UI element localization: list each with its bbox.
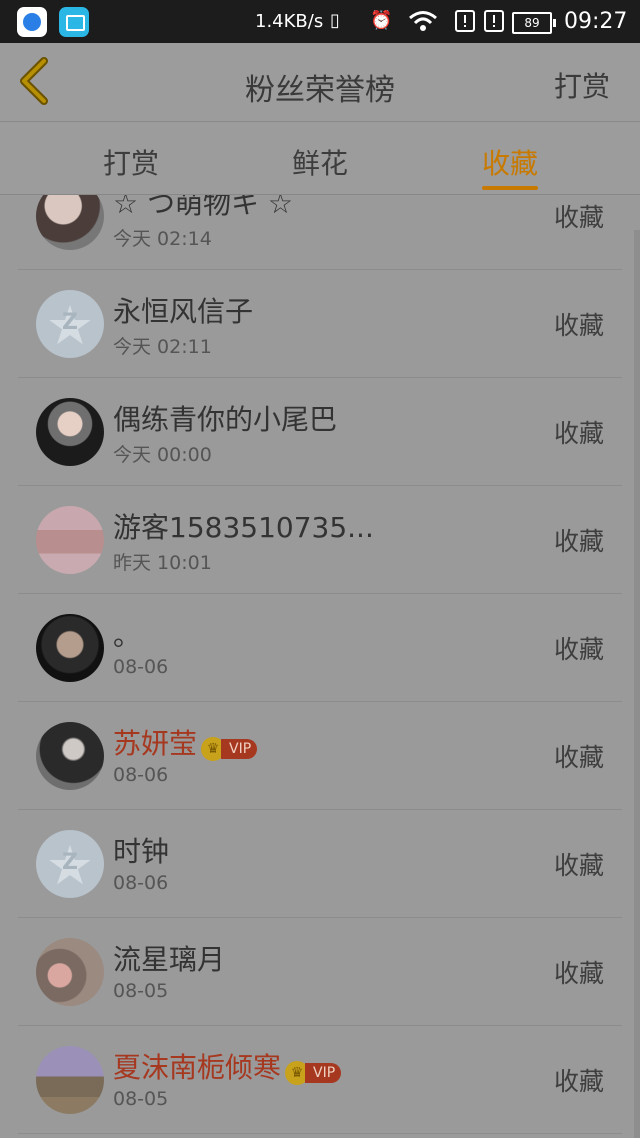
- fan-action: 收藏: [553, 959, 604, 988]
- list-item[interactable]: 偶练青你的小尾巴 今天 00:00 收藏: [0, 378, 640, 486]
- battery-icon: 89: [512, 12, 556, 34]
- fan-time: 昨天 10:01: [113, 552, 212, 574]
- vip-label: VIP: [305, 1063, 342, 1083]
- reward-button[interactable]: 打赏: [554, 65, 610, 105]
- active-tab-indicator: [482, 186, 538, 190]
- fan-name: 永恒风信子: [113, 295, 254, 328]
- sim-alert-icon-2: [484, 10, 504, 37]
- fan-action: 收藏: [553, 635, 604, 664]
- fan-name: ☆ つ萌物キ ☆: [113, 195, 294, 220]
- alarm-icon: ⏰: [370, 10, 393, 31]
- tab-collect[interactable]: 收藏: [482, 142, 538, 182]
- fan-time: 今天 00:00: [113, 444, 212, 466]
- list-item[interactable]: 。 08-06 收藏: [0, 594, 640, 702]
- network-speed: 1.4KB/s: [255, 11, 324, 32]
- fan-action: 收藏: [553, 527, 604, 556]
- avatar: [36, 506, 104, 574]
- fan-action: 收藏: [553, 203, 604, 232]
- fan-name: 苏妍莹 ♛ VIP: [113, 722, 258, 762]
- vip-badge: ♛ VIP: [201, 731, 258, 761]
- fan-time: 08-06: [113, 872, 169, 894]
- fan-action: 收藏: [553, 1067, 604, 1096]
- list-item[interactable]: 永恒风信子 今天 02:11 收藏: [0, 270, 640, 378]
- fan-name-text: 苏妍莹: [113, 727, 198, 760]
- fan-action: 收藏: [553, 419, 604, 448]
- avatar: [36, 195, 104, 250]
- gallery-notification-icon: [59, 7, 89, 37]
- avatar: [36, 614, 104, 682]
- avatar: [36, 938, 104, 1006]
- fan-name-text: 夏沫南栀倾寒: [113, 1051, 282, 1084]
- fan-list[interactable]: ☆ つ萌物キ ☆ 今天 02:14 收藏 永恒风信子 今天 02:11 收藏 偶…: [0, 195, 640, 1138]
- fan-action: 收藏: [553, 311, 604, 340]
- scrollbar[interactable]: [634, 230, 640, 1138]
- fan-name: 时钟: [113, 835, 170, 868]
- avatar: [36, 290, 104, 358]
- list-item[interactable]: 时钟 08-06 收藏: [0, 810, 640, 918]
- avatar: [36, 722, 104, 790]
- fan-time: 08-05: [113, 980, 169, 1002]
- fan-name: 。: [113, 619, 142, 652]
- list-item[interactable]: 流星璃月 08-05 收藏: [0, 918, 640, 1026]
- vip-label: VIP: [221, 739, 258, 759]
- fan-name: 夏沫南栀倾寒 ♛ VIP: [113, 1046, 342, 1086]
- vibrate-icon: ▯: [330, 10, 340, 31]
- avatar: [36, 398, 104, 466]
- list-item[interactable]: ☆ つ萌物キ ☆ 今天 02:14 收藏: [0, 195, 640, 270]
- wifi-icon: [408, 10, 438, 37]
- clock: 09:27: [564, 9, 628, 34]
- fan-time: 08-06: [113, 656, 169, 678]
- fan-time: 08-05: [113, 1088, 169, 1110]
- fan-name: 流星璃月: [113, 943, 226, 976]
- fan-action: 收藏: [553, 851, 604, 880]
- tab-reward[interactable]: 打赏: [103, 142, 159, 182]
- avatar: [36, 1046, 104, 1114]
- fan-time: 今天 02:11: [113, 336, 212, 358]
- app-header: 粉丝荣誉榜 打赏: [0, 43, 640, 122]
- avatar: [36, 830, 104, 898]
- status-bar: 1.4KB/s ▯ ⏰ 89 09:27: [0, 0, 640, 43]
- fan-time: 08-06: [113, 764, 169, 786]
- list-item[interactable]: 游客1583510735... 昨天 10:01 收藏: [0, 486, 640, 594]
- list-item[interactable]: 苏妍莹 ♛ VIP 08-06 收藏: [0, 702, 640, 810]
- fan-time: 今天 02:14: [113, 228, 212, 250]
- app-notification-icon: [17, 7, 47, 37]
- list-item[interactable]: 夏沫南栀倾寒 ♛ VIP 08-05 收藏: [0, 1026, 640, 1134]
- tab-bar: 打赏 鲜花 收藏: [0, 122, 640, 195]
- sim-alert-icon: [455, 10, 475, 37]
- fan-name: 游客1583510735...: [113, 511, 374, 544]
- tab-flowers[interactable]: 鲜花: [292, 142, 348, 182]
- page-title: 粉丝荣誉榜: [245, 73, 395, 108]
- vip-badge: ♛ VIP: [285, 1055, 342, 1085]
- fan-name: 偶练青你的小尾巴: [113, 403, 338, 436]
- fan-action: 收藏: [553, 743, 604, 772]
